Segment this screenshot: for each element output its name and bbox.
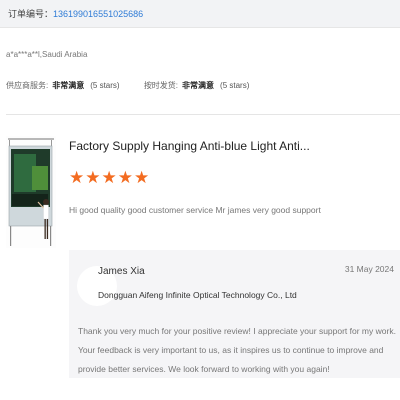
on-time-delivery-rating: 按时发货: 非常满意 (5 stars) — [144, 80, 250, 91]
reply-text: Thank you very much for your positive re… — [78, 326, 396, 374]
product-title[interactable]: Factory Supply Hanging Anti-blue Light A… — [69, 139, 394, 153]
order-number-link[interactable]: 136199016551025686 — [53, 9, 143, 19]
review-text: Hi good quality good customer service Mr… — [69, 205, 321, 215]
buyer-location: a*a***a**l,Saudi Arabia — [6, 50, 88, 59]
rating-value: 非常满意 — [182, 81, 215, 90]
rating-value: 非常满意 — [52, 81, 85, 90]
rating-stars-text: (5 stars) — [90, 81, 120, 90]
rating-stars-text: (5 stars) — [220, 81, 250, 90]
product-image-icon — [8, 138, 54, 246]
star-icon: ★ — [101, 168, 118, 187]
ratings-row: 供应商服务: 非常满意 (5 stars) 按时发货: 非常满意 (5 stars) — [6, 80, 271, 91]
review-star-rating: ★★★★★ — [69, 168, 150, 188]
product-thumbnail[interactable] — [6, 136, 56, 248]
order-number-label: 订单编号： — [8, 9, 54, 19]
star-icon: ★ — [134, 168, 151, 187]
order-number-bar: 订单编号：136199016551025686 — [0, 0, 400, 28]
supplier-name: James Xia — [98, 266, 145, 277]
section-divider — [6, 114, 400, 115]
star-icon: ★ — [69, 168, 86, 187]
rating-label: 按时发货: — [143, 81, 179, 90]
supplier-service-rating: 供应商服务: 非常满意 (5 stars) — [6, 80, 120, 91]
star-icon: ★ — [85, 168, 102, 187]
supplier-reply: James Xia Dongguan Aifeng Infinite Optic… — [69, 250, 400, 378]
star-icon: ★ — [117, 168, 134, 187]
rating-label: 供应商服务: — [6, 81, 49, 90]
supplier-company: Dongguan Aifeng Infinite Optical Technol… — [98, 290, 297, 300]
reply-date: 31 May 2024 — [344, 264, 394, 274]
